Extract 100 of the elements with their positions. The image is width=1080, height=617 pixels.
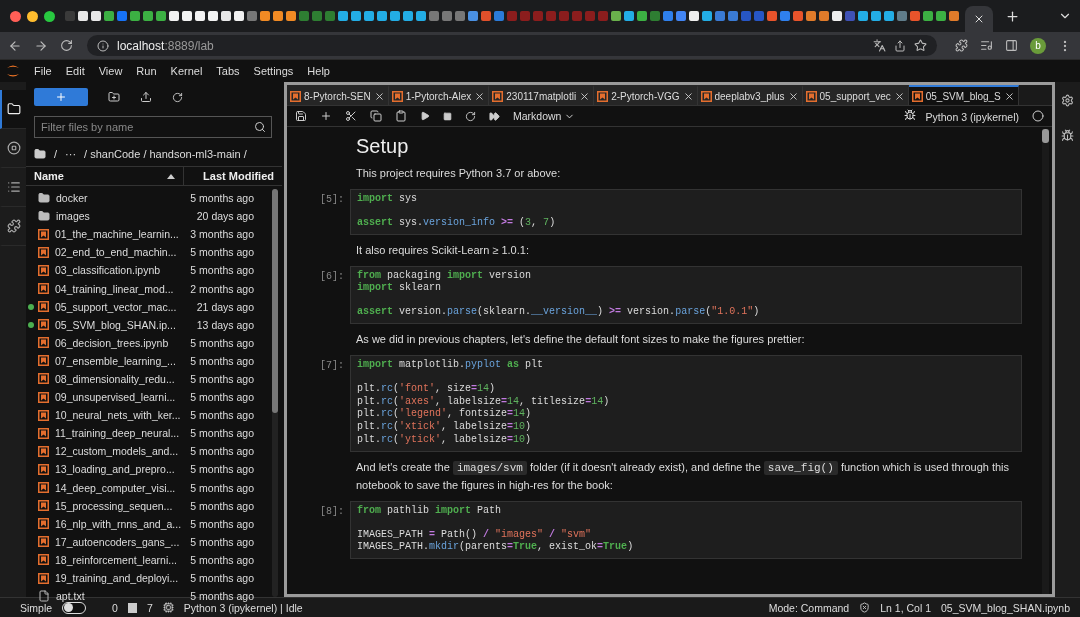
- code-line: plt.rc('ytick', labelsize=10): [357, 433, 533, 447]
- modified-time: 5 months ago: [190, 373, 254, 385]
- code-line: plt.rc('axes', labelsize=14, titlesize=14): [357, 395, 611, 408]
- file-name[interactable]: 09_unsupervised_learni...: [55, 391, 191, 404]
- execution-count: [6]:: [319, 269, 345, 282]
- file-name[interactable]: 08_dimensionality_redu...: [55, 373, 191, 385]
- modified-time: 2 months ago: [190, 282, 254, 295]
- menu-item[interactable]: View: [98, 65, 123, 77]
- file-name[interactable]: 16_nlp_with_rnns_and_a...: [55, 517, 191, 530]
- file-name[interactable]: 06_decision_trees.ipynb: [55, 336, 191, 349]
- markdown-text: This project requires Python 3.7 or above:: [356, 166, 562, 181]
- file-name[interactable]: 05_SVM_blog_SHAN.ip...: [55, 318, 197, 331]
- modified-time: 5 months ago: [190, 463, 254, 476]
- modified-time: 5 months ago: [190, 391, 254, 404]
- modified-time: 5 months ago: [190, 553, 254, 566]
- modified-time: 3 months ago: [190, 228, 254, 241]
- url-path: :8889/lab: [164, 38, 215, 53]
- modified-time: 5 months ago: [190, 336, 254, 349]
- code-line: assert sys.version_info >= (3, 7): [357, 216, 557, 230]
- notebook-tab[interactable]: 05_SVM_blog_S: [908, 85, 1019, 105]
- markdown-text: As we did in previous chapters, let's define the default font sizes to make the figures prettier:: [356, 332, 806, 347]
- code-line: import matplotlib.pyplot as plt: [357, 359, 545, 372]
- cursor-position[interactable]: Ln 1, Col 1: [880, 601, 931, 614]
- notebook-tab[interactable]: 8-Pytorch-SEN: [287, 85, 389, 105]
- file-name[interactable]: 14_deep_computer_visi...: [55, 481, 191, 494]
- code-line: assert version.parse(sklearn.__version__) >= version.parse("1.0.1"): [357, 306, 761, 319]
- file-name[interactable]: 13_loading_and_prepro...: [55, 463, 191, 476]
- modified-time: 21 days ago: [196, 300, 254, 313]
- cell-type-dropdown[interactable]: Markdown: [513, 110, 576, 122]
- modified-time: 5 months ago: [190, 409, 254, 422]
- file-name[interactable]: 18_reinforcement_learni...: [55, 553, 191, 566]
- menu-item[interactable]: Help: [307, 65, 330, 77]
- code-cell[interactable]: from pathlib import Path IMAGES_PATH = Path() / "images" / "svm" IMAGES_PATH.mkdir(parents=True, exist_ok=True): [350, 500, 1022, 560]
- modified-time: 5 months ago: [190, 499, 254, 512]
- notebook-tab[interactable]: 2-Pytorch-VGG: [594, 85, 698, 105]
- code-line: IMAGES_PATH.mkdir(parents=True, exist_ok=True): [357, 541, 635, 555]
- file-name[interactable]: 17_autoencoders_gans_...: [55, 535, 191, 548]
- code-line: plt.rc('legend', fontsize=14): [357, 408, 533, 421]
- name-column-header[interactable]: Name: [26, 167, 184, 185]
- file-name[interactable]: 05_support_vector_mac...: [55, 300, 197, 313]
- modified-time: 5 months ago: [190, 354, 254, 367]
- code-line: from pathlib import Path: [357, 504, 503, 518]
- modified-time: 5 months ago: [190, 517, 254, 530]
- menu-item[interactable]: Settings: [253, 65, 294, 77]
- menu-item[interactable]: Edit: [65, 65, 85, 77]
- modified-time: 5 months ago: [190, 445, 254, 458]
- file-name[interactable]: images: [56, 210, 197, 223]
- code-cell[interactable]: import matplotlib.pyplot as plt plt.rc('font', size=14) plt.rc('axes', labelsize=14, titlesize=14) plt.rc('legend', fontsize=14) plt.rc('xtick', labelsize=10) plt.rc('ytick', labelsize=10): [350, 355, 1022, 452]
- code-cell[interactable]: import sys assert sys.version_info >= (3, 7): [350, 189, 1022, 235]
- menu-item[interactable]: Run: [136, 65, 157, 77]
- breadcrumb-item[interactable]: ···: [65, 148, 77, 160]
- file-name[interactable]: docker: [56, 192, 191, 205]
- simple-mode-label: Simple: [20, 601, 53, 614]
- file-name[interactable]: 04_training_linear_mod...: [55, 282, 191, 295]
- kernel-count: 7: [146, 601, 153, 614]
- modified-column-header[interactable]: Last Modified: [184, 167, 282, 185]
- menu-item[interactable]: Kernel: [170, 65, 203, 77]
- code-line: import sys: [357, 193, 419, 206]
- file-name[interactable]: 11_training_deep_neural...: [55, 427, 191, 440]
- code-line: plt.rc('xtick', labelsize=10): [357, 421, 533, 434]
- code-line: from packaging import version: [357, 269, 533, 282]
- menu-item[interactable]: Tabs: [216, 65, 240, 77]
- file-name[interactable]: 10_neural_nets_with_ker...: [55, 409, 191, 422]
- modified-time: 5 months ago: [190, 481, 254, 494]
- file-path: 05_SVM_blog_SHAN.ipynb: [941, 601, 1070, 614]
- url-host: localhost: [117, 38, 165, 53]
- file-name[interactable]: 01_the_machine_learnin...: [55, 228, 191, 241]
- file-name[interactable]: 15_processing_sequen...: [55, 499, 191, 512]
- terminal-count: 0: [112, 601, 118, 614]
- execution-count: [5]:: [319, 193, 345, 205]
- section-heading: Setup: [356, 135, 409, 158]
- menu-item[interactable]: File: [34, 65, 52, 77]
- code-line: IMAGES_PATH = Path() / "images" / "svm": [357, 528, 593, 541]
- address-bar[interactable]: localhost:8889/lab: [87, 35, 937, 56]
- code-line: import sklearn: [357, 282, 443, 296]
- notebook-tab[interactable]: 05_support_vec: [802, 85, 909, 105]
- execution-count: [8]:: [319, 504, 345, 517]
- mode-indicator: Mode: Command: [768, 601, 850, 614]
- modified-time: 5 months ago: [190, 535, 254, 548]
- modified-time: 5 months ago: [190, 264, 254, 277]
- modified-time: 5 months ago: [190, 590, 254, 603]
- modified-time: 5 months ago: [190, 192, 254, 205]
- kernel-status[interactable]: Python 3 (ipykernel) | Idle: [183, 601, 303, 614]
- breadcrumb-item[interactable]: / shanCode / handson-ml3-main /: [84, 148, 247, 160]
- file-name[interactable]: apt.txt: [56, 590, 191, 603]
- file-name[interactable]: 02_end_to_end_machin...: [55, 246, 191, 259]
- notebook-tab[interactable]: 230117matplotli: [489, 85, 595, 105]
- file-name[interactable]: 03_classification.ipynb: [55, 264, 191, 277]
- notebook-tab[interactable]: 1-Pytorch-Alex: [388, 85, 490, 105]
- file-name[interactable]: 07_ensemble_learning_...: [55, 354, 191, 367]
- file-name[interactable]: 12_custom_models_and...: [55, 445, 191, 458]
- modified-time: 13 days ago: [196, 318, 254, 331]
- breadcrumb-item[interactable]: /: [54, 148, 58, 160]
- modified-time: 5 months ago: [190, 427, 254, 440]
- file-name[interactable]: 19_training_and_deployi...: [55, 572, 191, 584]
- kernel-name[interactable]: Python 3 (ipykernel): [903, 109, 1019, 123]
- code-cell[interactable]: from packaging import version import sklearn assert version.parse(sklearn.__version__) >= version.parse("1.0.1"): [350, 265, 1022, 324]
- notebook-tab[interactable]: deeplabv3_plus: [697, 85, 803, 105]
- markdown-text: It also requires Scikit-Learn ≥ 1.0.1:: [356, 242, 530, 258]
- filter-field[interactable]: Filter files by name: [34, 116, 272, 138]
